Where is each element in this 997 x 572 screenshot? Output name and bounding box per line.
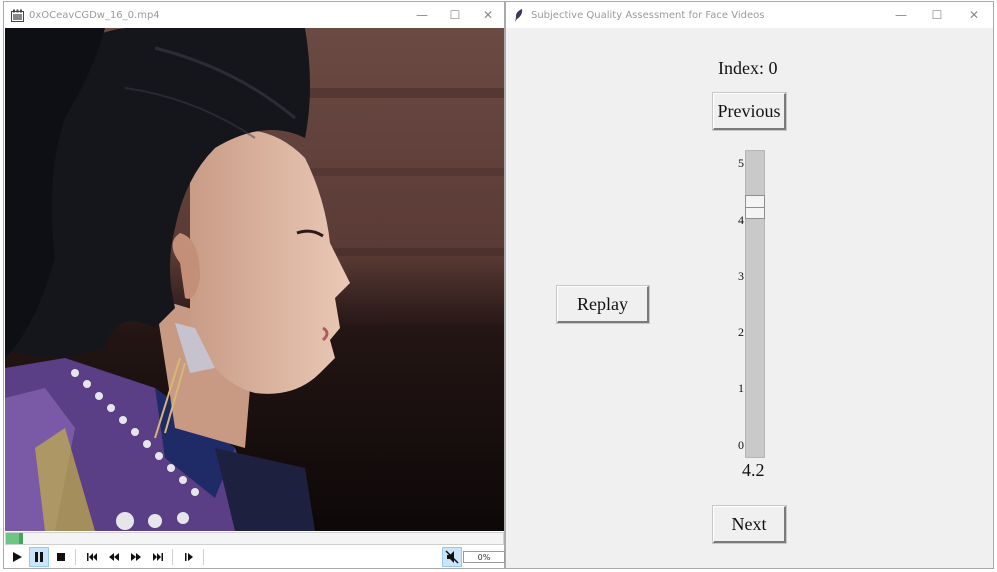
pause-icon	[35, 552, 43, 562]
fast-forward-icon	[131, 553, 141, 561]
controls-divider	[75, 549, 76, 565]
video-player-window: 0xOCeavCGDw_16_0.mp4 — ☐ ✕ 0%	[3, 1, 505, 569]
rewind-button[interactable]	[104, 547, 124, 567]
rewind-icon	[109, 553, 119, 561]
assessment-window-title: Subjective Quality Assessment for Face V…	[531, 9, 765, 21]
frame-step-button[interactable]	[179, 547, 199, 567]
scale-tick-label: 1	[738, 381, 744, 395]
previous-button[interactable]: Previous	[713, 93, 786, 130]
player-titlebar[interactable]: 0xOCeavCGDw_16_0.mp4 — ☐ ✕	[4, 2, 504, 28]
minimize-button[interactable]: —	[405, 2, 439, 28]
maximize-button[interactable]: ☐	[920, 2, 954, 28]
scale-tick-label: 4	[738, 213, 744, 227]
pause-button[interactable]	[29, 547, 49, 567]
seek-bar[interactable]	[5, 532, 504, 545]
video-frame[interactable]	[5, 28, 504, 531]
previous-media-button[interactable]	[82, 547, 102, 567]
next-media-button[interactable]	[148, 547, 168, 567]
stop-icon	[57, 553, 65, 561]
speaker-muted-icon	[445, 550, 459, 564]
controls-divider	[172, 549, 173, 565]
index-label: Index: 0	[718, 58, 778, 78]
scale-tick-label: 3	[738, 269, 744, 283]
skip-back-icon	[87, 553, 97, 561]
skip-forward-icon	[153, 553, 163, 561]
assessment-window: Subjective Quality Assessment for Face V…	[505, 1, 994, 569]
assessment-content: Index: 0 Previous Replay 5 4 3 2 1 0 4.2…	[506, 28, 993, 568]
scale-tick-label: 5	[738, 156, 744, 170]
maximize-button[interactable]: ☐	[438, 2, 472, 28]
play-button[interactable]	[7, 547, 27, 567]
film-icon	[10, 8, 24, 22]
fast-forward-button[interactable]	[126, 547, 146, 567]
feather-icon	[512, 8, 526, 22]
scale-slider-handle[interactable]	[745, 195, 765, 219]
mute-button[interactable]	[442, 547, 462, 567]
scale-tick-label: 2	[738, 325, 744, 339]
next-button[interactable]: Next	[713, 506, 786, 543]
play-icon	[13, 552, 22, 562]
scale-tick-label: 0	[738, 438, 744, 452]
volume-indicator[interactable]: 0%	[463, 551, 505, 563]
controls-divider	[203, 549, 204, 565]
playback-controls: 0%	[5, 546, 505, 568]
frame-step-icon	[185, 553, 193, 561]
close-button[interactable]: ✕	[471, 2, 505, 28]
minimize-button[interactable]: —	[884, 2, 918, 28]
player-window-title: 0xOCeavCGDw_16_0.mp4	[29, 9, 160, 21]
slider-grip	[746, 207, 764, 208]
stop-button[interactable]	[51, 547, 71, 567]
scale-value: 4.2	[742, 460, 765, 480]
seek-handle[interactable]	[19, 533, 23, 544]
close-button[interactable]: ✕	[957, 2, 991, 28]
replay-button[interactable]: Replay	[557, 286, 649, 323]
video-frame-image	[5, 28, 504, 531]
assessment-titlebar[interactable]: Subjective Quality Assessment for Face V…	[506, 2, 993, 28]
